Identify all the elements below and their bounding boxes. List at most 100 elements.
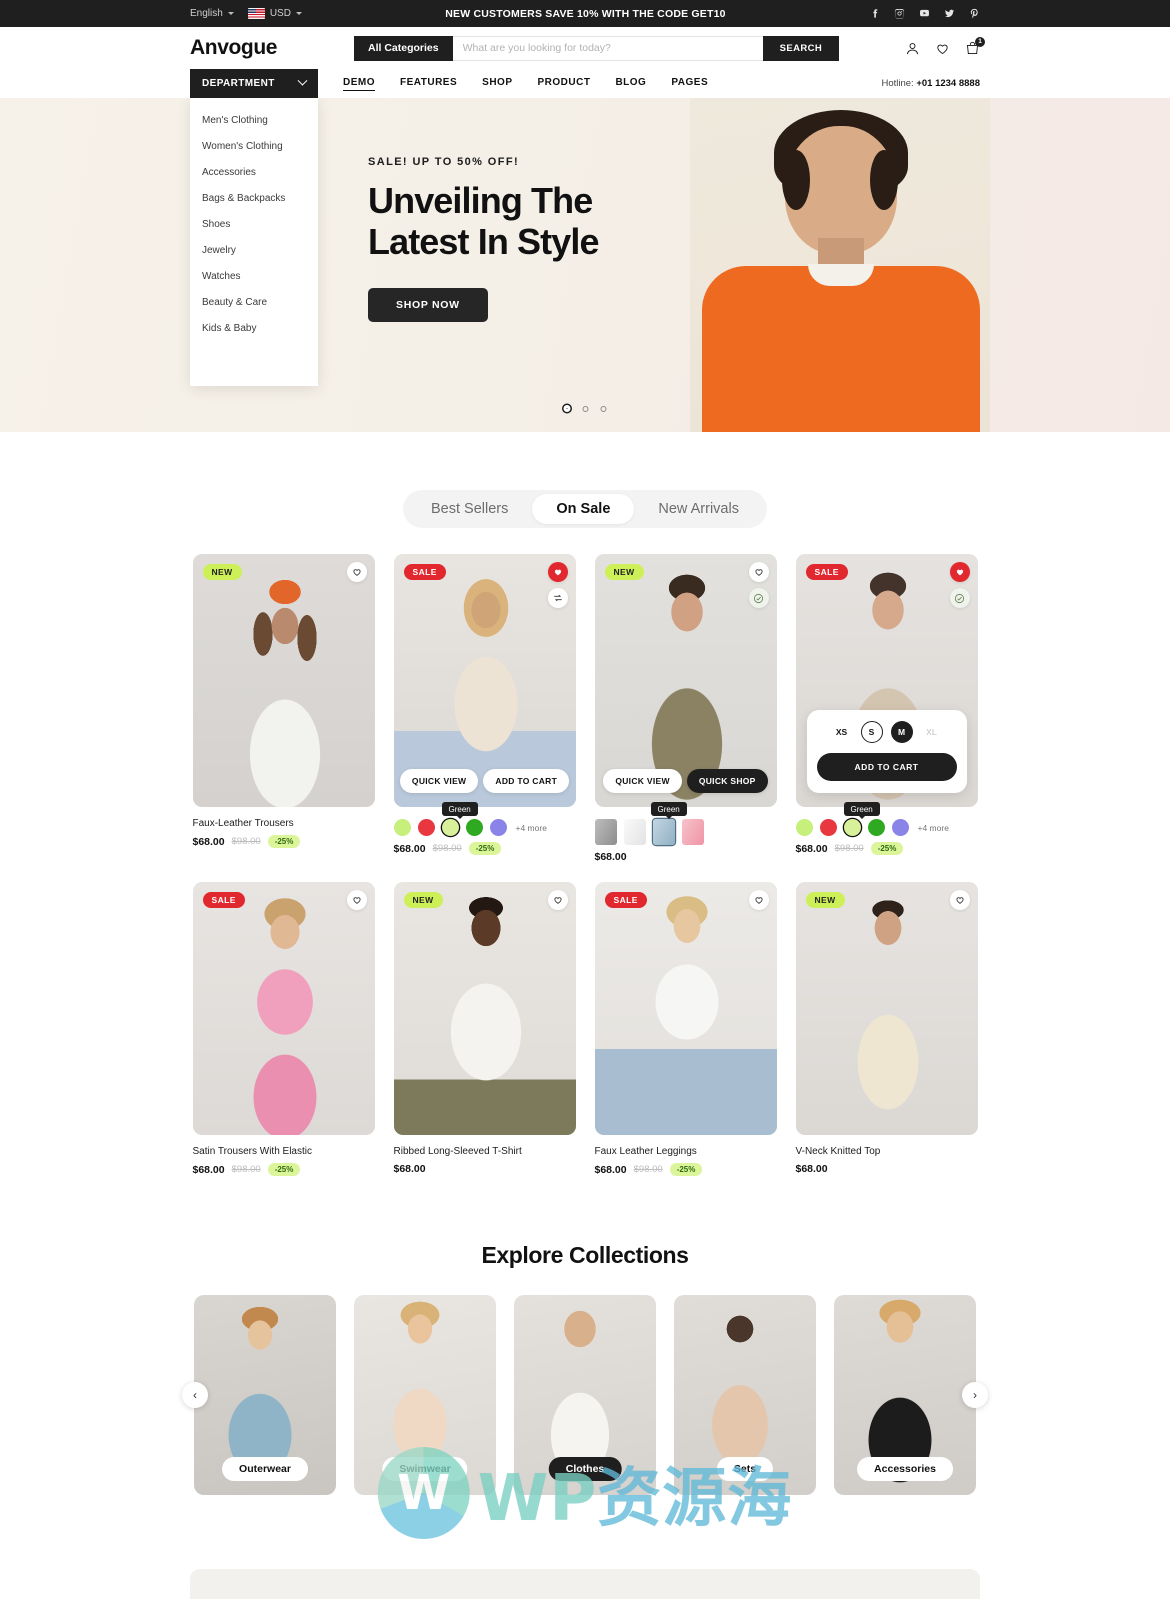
color-swatch[interactable]: [489, 819, 507, 836]
wishlist-heart-icon[interactable]: [346, 562, 367, 582]
dept-item-womens-clothing[interactable]: Women's Clothing: [190, 133, 318, 159]
size-option-s[interactable]: S: [860, 721, 883, 743]
collection-card-swimwear[interactable]: Swimwear: [354, 1295, 496, 1495]
collection-label-active[interactable]: Clothes: [548, 1457, 622, 1481]
dept-item-jewelry[interactable]: Jewelry: [190, 237, 318, 263]
color-swatch[interactable]: [795, 819, 813, 836]
nav-item-features[interactable]: FEATURES: [400, 77, 457, 90]
product-card[interactable]: SALE QUICK VIEW ADD TO CART Green +4 mor…: [393, 554, 576, 863]
brand-logo[interactable]: Anvogue: [190, 36, 350, 60]
compare-check-icon[interactable]: [949, 588, 970, 608]
image-swatch[interactable]: [623, 819, 646, 845]
dept-item-kids-baby[interactable]: Kids & Baby: [190, 315, 318, 341]
image-swatch-selected[interactable]: [652, 819, 675, 845]
collection-card-accessories[interactable]: Accessories: [834, 1295, 976, 1495]
dept-item-bags-backpacks[interactable]: Bags & Backpacks: [190, 185, 318, 211]
product-image[interactable]: NEW: [393, 882, 576, 1135]
wishlist-heart-icon[interactable]: [547, 890, 568, 910]
wishlist-heart-icon[interactable]: [748, 890, 769, 910]
color-swatch[interactable]: [819, 819, 837, 836]
product-card[interactable]: NEW Faux-Leather Trousers $68.00 $98.00 …: [192, 554, 375, 863]
hero-dot-2[interactable]: [582, 405, 589, 412]
color-swatch[interactable]: [417, 819, 435, 836]
product-card[interactable]: NEW QUICK VIEW QUICK SHOP Green $68.00: [594, 554, 777, 863]
color-swatch-selected[interactable]: [441, 819, 459, 836]
youtube-icon[interactable]: [919, 8, 930, 19]
nav-item-shop[interactable]: SHOP: [482, 77, 512, 90]
facebook-icon[interactable]: [869, 8, 880, 19]
product-image[interactable]: NEW: [795, 882, 978, 1135]
wishlist-heart-icon[interactable]: [346, 890, 367, 910]
collection-card-outerwear[interactable]: Outerwear: [194, 1295, 336, 1495]
product-card[interactable]: SALE Faux Leather Leggings $68.00 $98.00…: [594, 882, 777, 1176]
hero-dot-1[interactable]: [563, 405, 571, 412]
hero-dot-3[interactable]: [600, 405, 607, 412]
product-name[interactable]: V-Neck Knitted Top: [796, 1146, 978, 1157]
add-to-cart-button[interactable]: ADD TO CART: [483, 769, 570, 793]
product-card[interactable]: NEW V-Neck Knitted Top $68.00: [795, 882, 978, 1176]
image-swatch[interactable]: [594, 819, 617, 845]
collection-card-sets[interactable]: Sets: [674, 1295, 816, 1495]
product-image[interactable]: SALE QUICK VIEW ADD TO CART: [393, 554, 576, 807]
product-card[interactable]: SALE Satin Trousers With Elastic $68.00 …: [192, 882, 375, 1176]
twitter-icon[interactable]: [944, 8, 955, 19]
wishlist-heart-icon[interactable]: [748, 562, 769, 582]
department-button[interactable]: DEPARTMENT: [190, 69, 318, 98]
nav-item-demo[interactable]: DEMO: [343, 77, 375, 91]
wishlist-icon[interactable]: [935, 41, 950, 56]
instagram-icon[interactable]: [894, 8, 905, 19]
hotline-number[interactable]: +01 1234 8888: [916, 78, 980, 89]
quick-view-button[interactable]: QUICK VIEW: [603, 769, 682, 793]
product-image[interactable]: NEW: [192, 554, 375, 807]
dept-item-mens-clothing[interactable]: Men's Clothing: [190, 107, 318, 133]
quick-view-button[interactable]: QUICK VIEW: [399, 769, 479, 793]
dept-item-beauty-care[interactable]: Beauty & Care: [190, 289, 318, 315]
more-colors-label[interactable]: +4 more: [918, 823, 949, 833]
product-name[interactable]: Satin Trousers With Elastic: [193, 1146, 375, 1157]
dept-item-shoes[interactable]: Shoes: [190, 211, 318, 237]
color-swatch[interactable]: [867, 819, 885, 836]
dept-item-watches[interactable]: Watches: [190, 263, 318, 289]
collection-label[interactable]: Sets: [716, 1457, 774, 1481]
wishlist-heart-icon[interactable]: [949, 890, 970, 910]
product-image[interactable]: SALE: [192, 882, 375, 1135]
language-selector[interactable]: English: [190, 8, 234, 19]
collection-label[interactable]: Outerwear: [222, 1457, 308, 1481]
color-swatch-selected[interactable]: [843, 819, 861, 836]
compare-icon[interactable]: [547, 588, 568, 608]
product-name[interactable]: Faux Leather Leggings: [595, 1146, 777, 1157]
product-card[interactable]: NEW Ribbed Long-Sleeved T-Shirt $68.00: [393, 882, 576, 1176]
dept-item-accessories[interactable]: Accessories: [190, 159, 318, 185]
color-swatch[interactable]: [393, 819, 411, 836]
carousel-next-button[interactable]: ›: [962, 1382, 988, 1408]
cart-icon[interactable]: 1: [965, 36, 985, 56]
size-option-xs[interactable]: XS: [831, 721, 853, 743]
add-to-cart-button[interactable]: ADD TO CART: [816, 753, 957, 781]
collection-label[interactable]: Accessories: [857, 1457, 953, 1481]
nav-item-blog[interactable]: BLOG: [615, 77, 646, 90]
nav-item-product[interactable]: PRODUCT: [538, 77, 591, 90]
more-colors-label[interactable]: +4 more: [516, 823, 547, 833]
product-image[interactable]: NEW QUICK VIEW QUICK SHOP: [594, 554, 777, 807]
currency-selector[interactable]: USD: [247, 8, 302, 19]
search-button[interactable]: SEARCH: [762, 35, 840, 61]
collection-label[interactable]: Swimwear: [382, 1457, 468, 1481]
color-swatch[interactable]: [891, 819, 909, 836]
tab-new-arrivals[interactable]: New Arrivals: [634, 494, 763, 524]
search-input[interactable]: [452, 35, 763, 61]
shop-now-button[interactable]: SHOP NOW: [368, 288, 488, 323]
product-image[interactable]: SALE XS S M XL ADD TO CART: [795, 554, 978, 807]
product-name[interactable]: Ribbed Long-Sleeved T-Shirt: [394, 1146, 576, 1157]
image-swatch[interactable]: [681, 819, 704, 845]
pinterest-icon[interactable]: [969, 8, 980, 19]
product-image[interactable]: SALE: [594, 882, 777, 1135]
quick-shop-button[interactable]: QUICK SHOP: [686, 769, 768, 793]
all-categories-dropdown[interactable]: All Categories: [354, 35, 453, 61]
tab-best-sellers[interactable]: Best Sellers: [407, 494, 532, 524]
account-icon[interactable]: [905, 41, 920, 56]
collection-card-clothes[interactable]: Clothes: [514, 1295, 656, 1495]
nav-item-pages[interactable]: PAGES: [671, 77, 708, 90]
product-name[interactable]: Faux-Leather Trousers: [193, 818, 375, 829]
product-card[interactable]: SALE XS S M XL ADD TO CART Green +4 more…: [795, 554, 978, 863]
tab-on-sale[interactable]: On Sale: [532, 494, 635, 524]
